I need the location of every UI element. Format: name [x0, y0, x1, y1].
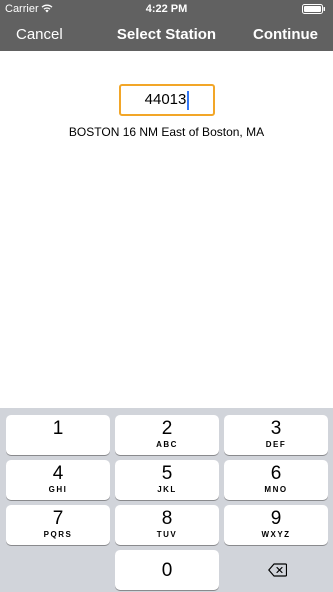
key-8[interactable]: 8 TUV [115, 505, 219, 545]
key-number: 9 [270, 508, 282, 529]
continue-button[interactable]: Continue [253, 26, 318, 43]
key-letters: GHI [48, 485, 68, 494]
key-number: 5 [161, 463, 173, 484]
numeric-keypad: 1 2 ABC 3 DEF 4 GHI 5 JKL 6 MNO 7 PQRS 8… [0, 408, 333, 592]
station-input[interactable]: 44013 [119, 84, 215, 116]
key-number: 1 [52, 418, 64, 439]
key-0[interactable]: 0 [115, 550, 219, 590]
text-caret [187, 90, 190, 110]
key-9[interactable]: 9 WXYZ [224, 505, 328, 545]
station-input-value: 44013 [144, 91, 187, 108]
nav-bar: Cancel Select Station Continue [0, 18, 333, 51]
key-1[interactable]: 1 [6, 415, 110, 455]
key-letters: MNO [264, 485, 288, 494]
key-5[interactable]: 5 JKL [115, 460, 219, 500]
key-4[interactable]: 4 GHI [6, 460, 110, 500]
backspace-icon [268, 563, 287, 577]
key-number: 3 [270, 418, 282, 439]
key-letters: DEF [265, 440, 287, 449]
key-letters: ABC [156, 440, 178, 449]
key-letters: JKL [157, 485, 177, 494]
key-letters: PQRS [43, 530, 73, 539]
key-3[interactable]: 3 DEF [224, 415, 328, 455]
key-6[interactable]: 6 MNO [224, 460, 328, 500]
key-number: 2 [161, 418, 173, 439]
key-letters: TUV [156, 530, 178, 539]
key-number: 8 [161, 508, 173, 529]
key-number: 7 [52, 508, 64, 529]
status-bar: Carrier 4:22 PM [0, 0, 333, 18]
battery-icon [302, 4, 325, 14]
key-letters: WXYZ [261, 530, 291, 539]
key-7[interactable]: 7 PQRS [6, 505, 110, 545]
key-2[interactable]: 2 ABC [115, 415, 219, 455]
key-number: 4 [52, 463, 64, 484]
status-time: 4:22 PM [145, 3, 188, 15]
key-number: 6 [270, 463, 282, 484]
header: Carrier 4:22 PM Cancel Select Station Co… [0, 0, 333, 51]
key-number: 0 [161, 560, 173, 581]
delete-key[interactable] [224, 550, 328, 590]
station-description: BOSTON 16 NM East of Boston, MA [68, 125, 265, 139]
